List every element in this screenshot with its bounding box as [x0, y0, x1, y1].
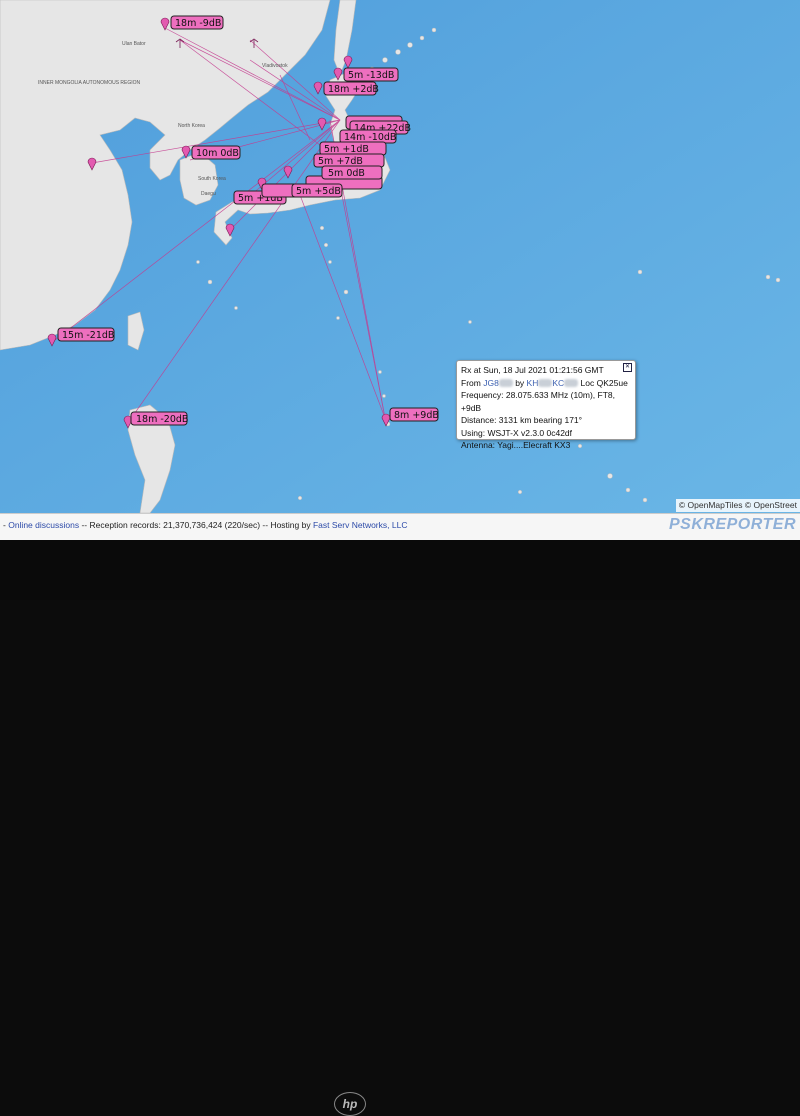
map-view[interactable]: INNER MONGOLIA AUTONOMOUS REGION North K… [0, 0, 800, 513]
popup-by-label: by [515, 377, 525, 388]
openmaptiles-link[interactable]: © OpenMapTiles [679, 500, 743, 510]
svg-text:5m +1dB: 5m +1dB [324, 144, 369, 155]
footer-bar: - Online discussions -- Reception record… [0, 513, 800, 540]
redacted-mark [498, 379, 513, 388]
reception-popup: ✕ Rx at Sun, 18 Jul 2021 01:21:56 GMT Fr… [456, 360, 636, 450]
svg-text:18m -9dB: 18m -9dB [175, 18, 221, 29]
place-label: South Korea [198, 176, 226, 182]
receiver-callsign-tail[interactable]: KC [552, 378, 564, 388]
popup-from-label: From [461, 377, 481, 388]
svg-text:8m +9dB: 8m +9dB [394, 410, 439, 421]
svg-text:10m 0dB: 10m 0dB [196, 148, 239, 159]
svg-text:5m -13dB: 5m -13dB [348, 70, 394, 81]
spot-label[interactable]: 5m +1dB [319, 141, 387, 156]
svg-text:5m +5dB: 5m +5dB [296, 186, 341, 197]
map-canvas[interactable]: INNER MONGOLIA AUTONOMOUS REGION North K… [0, 0, 800, 513]
receiver-callsign-link[interactable]: KH [527, 378, 539, 388]
sender-callsign-link[interactable]: JG8 [483, 378, 499, 388]
place-label: North Korea [178, 123, 205, 129]
place-label: Daegu [201, 191, 216, 197]
spot-label[interactable]: 5m +7dB [313, 153, 385, 168]
close-icon[interactable]: ✕ [623, 363, 632, 372]
monitor-bezel: hp [0, 540, 800, 1116]
place-label: INNER MONGOLIA AUTONOMOUS REGION [38, 80, 141, 86]
spot-label[interactable]: 5m +5dB [261, 183, 343, 198]
popup-locator: Loc QK25ue [580, 377, 628, 388]
openstreetmap-link[interactable]: © OpenStreet [745, 500, 797, 510]
popup-distance: Distance: 3131 km bearing 171° [461, 415, 583, 425]
hp-logo: hp [334, 1092, 366, 1116]
svg-text:18m +2dB: 18m +2dB [328, 84, 379, 95]
browser-screen: INNER MONGOLIA AUTONOMOUS REGION North K… [0, 0, 800, 540]
svg-text:15m -21dB: 15m -21dB [62, 330, 114, 341]
svg-text:5m 0dB: 5m 0dB [328, 168, 365, 179]
popup-software: Using: WSJT-X v2.3.0 0c42df [461, 427, 573, 438]
popup-frequency: Frequency: 28.075.633 MHz (10m), FT8, +9… [461, 390, 616, 413]
spot-label[interactable]: 14m -10dB [339, 129, 397, 144]
popup-antenna: Antenna: Yagi....Elecraft KX3 [461, 440, 571, 450]
hosting-link[interactable]: Fast Serv Networks, LLC [313, 520, 407, 530]
svg-text:14m -10dB: 14m -10dB [344, 132, 396, 143]
svg-text:18m -20dB: 18m -20dB [136, 414, 188, 425]
footer-text: - Online discussions -- Reception record… [3, 520, 408, 530]
svg-text:5m +7dB: 5m +7dB [318, 156, 363, 167]
place-label: Vladivostok [262, 63, 288, 69]
map-attribution: © OpenMapTiles © OpenStreet [675, 499, 800, 512]
pskreporter-logo: PSKREPORTER [668, 516, 796, 533]
online-discussions-link[interactable]: Online discussions [8, 520, 79, 530]
redacted-mark [538, 379, 553, 388]
spot-label[interactable]: 5m -13dB [333, 67, 399, 82]
redacted-mark [564, 379, 579, 388]
place-label: Ulan Bator [122, 41, 146, 47]
spot-label[interactable]: 18m +2dB [313, 81, 379, 96]
popup-from-line: From JG8 by KH KC Loc QK25ue [461, 377, 631, 390]
reception-records-text: -- Reception records: 21,370,736,424 (22… [81, 520, 311, 530]
popup-rx-time: Rx at Sun, 18 Jul 2021 01:21:56 GMT [461, 365, 604, 375]
